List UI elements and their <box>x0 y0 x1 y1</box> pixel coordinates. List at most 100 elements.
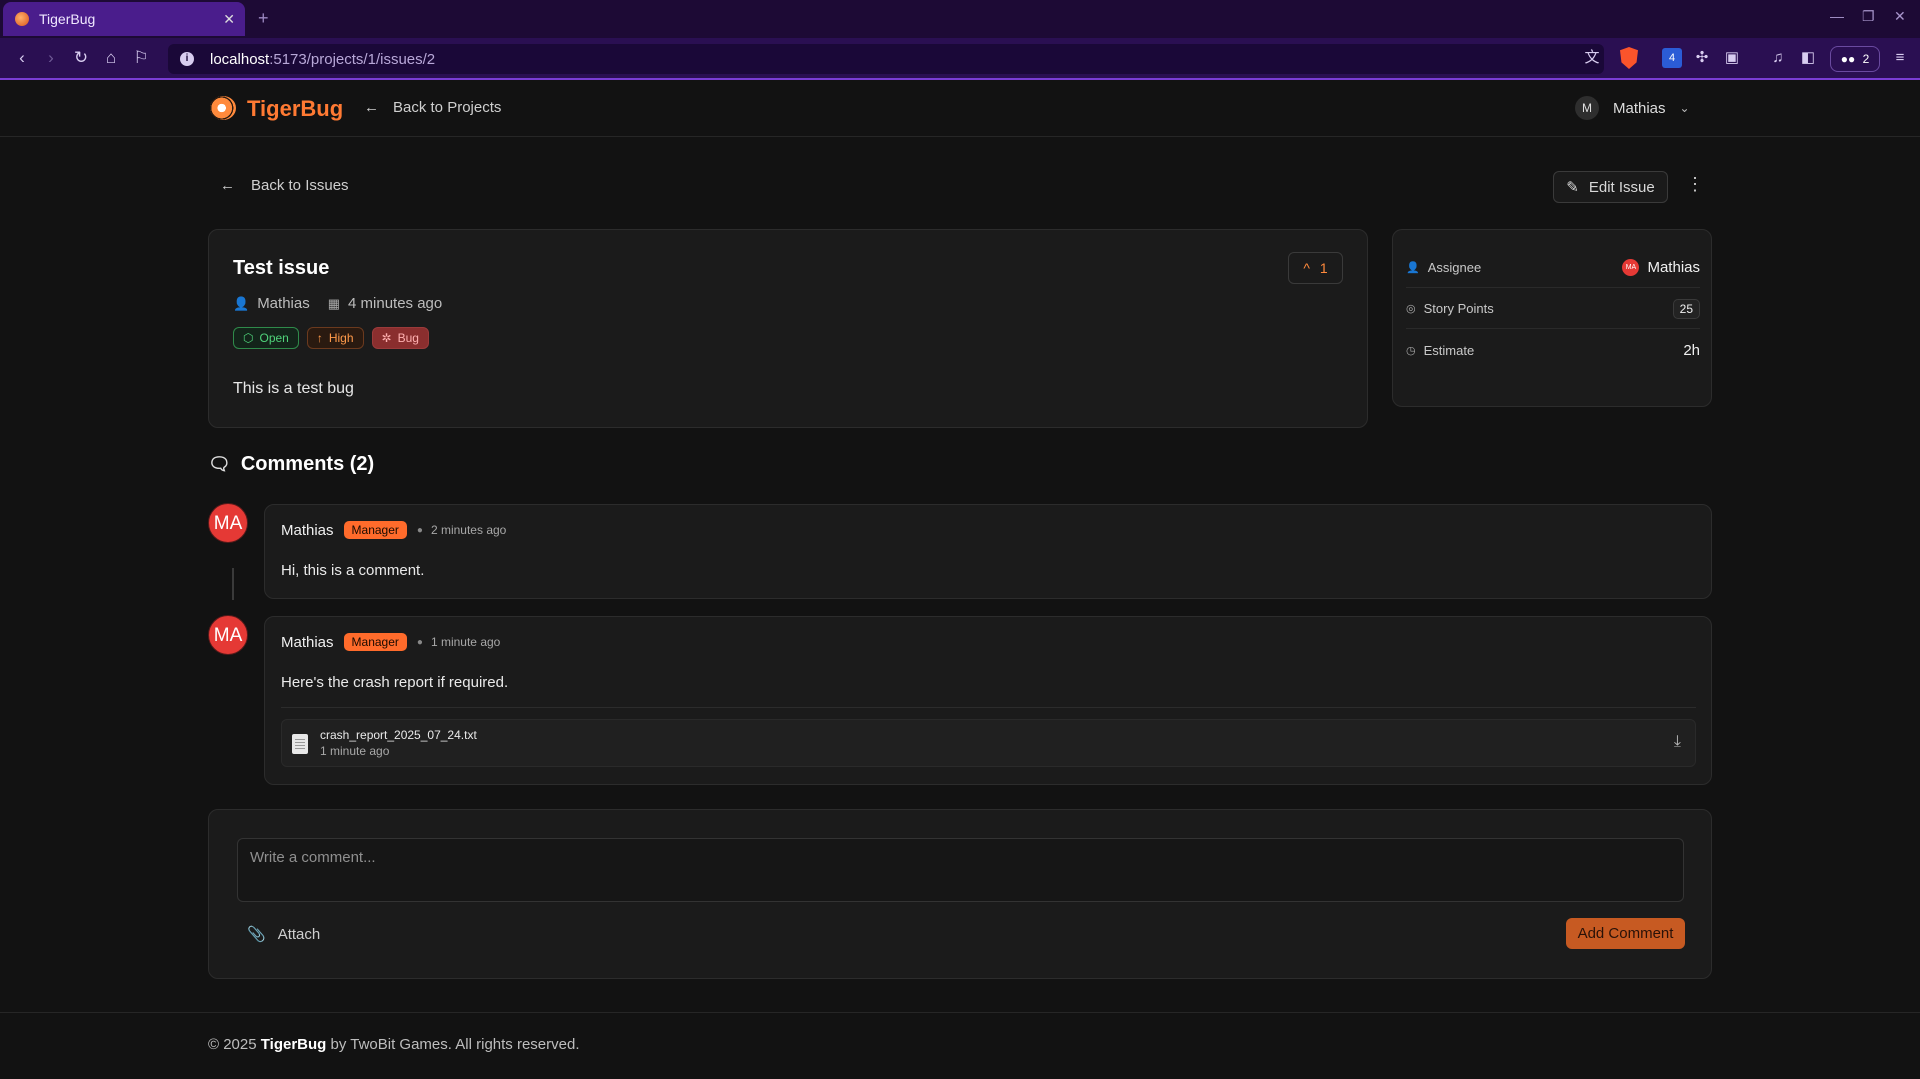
comment-time: 2 minutes ago <box>430 523 507 537</box>
bookmark-icon[interactable]: ⚐ <box>131 48 151 68</box>
back-icon[interactable]: ‹ <box>12 48 32 68</box>
separator-dot: ● <box>416 636 423 648</box>
restore-icon[interactable]: ❐ <box>1862 8 1875 25</box>
estimate-value: 2h <box>1683 341 1700 359</box>
address-bar[interactable]: i localhost :5173/projects/1/issues/2 <box>168 44 1604 74</box>
minimize-icon[interactable]: — <box>1830 8 1844 24</box>
favicon-icon <box>15 12 29 26</box>
wallet-button[interactable]: ●● 2 <box>1830 46 1880 72</box>
tab-title: TigerBug <box>39 11 96 27</box>
assignee-avatar: MA <box>1622 259 1640 276</box>
priority-badge: ↑ High <box>306 327 364 349</box>
footer-brand: TigerBug <box>260 1036 327 1053</box>
wallet-count: 2 <box>1862 52 1870 66</box>
edit-issue-button[interactable]: ✎ Edit Issue <box>1553 171 1668 203</box>
story-points-label: Story Points <box>1423 301 1494 316</box>
back-to-issues-label: Back to Issues <box>251 177 349 194</box>
role-badge: Manager <box>343 633 407 651</box>
comment-author: Mathias <box>281 521 334 539</box>
comment-item: Mathias Manager ● 1 minute ago Here's th… <box>264 616 1712 785</box>
user-icon: 👤 <box>233 295 250 311</box>
user-menu[interactable]: M Mathias ⌄ <box>1575 96 1690 120</box>
attachment-name[interactable]: crash_report_2025_07_24.txt <box>320 728 477 742</box>
new-tab-icon[interactable]: + <box>258 8 269 29</box>
status-label: Open <box>259 331 289 345</box>
attachment-item[interactable]: crash_report_2025_07_24.txt 1 minute ago… <box>281 719 1696 767</box>
extensions-icon[interactable]: ✣ <box>1692 48 1712 68</box>
extension-badge-icon[interactable]: 4 <box>1662 48 1682 68</box>
media-icon[interactable]: ♫ <box>1768 48 1788 68</box>
assignee-name: Mathias <box>1647 259 1700 276</box>
footer-suffix: by TwoBit Games. All rights reserved. <box>330 1036 580 1053</box>
menu-icon[interactable]: ≡ <box>1890 48 1910 68</box>
back-to-projects-label: Back to Projects <box>393 99 502 116</box>
clock-icon: ◷ <box>1406 344 1416 357</box>
app-header: TigerBug ← Back to Projects M Mathias ⌄ <box>0 80 1920 137</box>
type-badge: ✲ Bug <box>371 327 429 349</box>
add-comment-button[interactable]: Add Comment <box>1566 918 1685 949</box>
type-label: Bug <box>397 331 419 345</box>
estimate-label: Estimate <box>1423 342 1475 358</box>
reload-icon[interactable]: ↻ <box>71 48 91 68</box>
issue-badges: ⬡ Open ↑ High ✲ Bug <box>233 327 429 349</box>
more-options-icon[interactable]: ⋮ <box>1686 174 1704 195</box>
url-host: localhost <box>210 50 270 68</box>
tab-search-icon[interactable]: ▣ <box>1722 48 1742 68</box>
download-icon[interactable]: ⤓ <box>1674 733 1681 751</box>
wallet-icon: ●● <box>1840 52 1856 66</box>
paperclip-icon: 📎 <box>247 926 266 943</box>
close-tab-icon[interactable]: ✕ <box>223 11 235 28</box>
issue-meta: 👤 Mathias ▦ 4 minutes ago <box>233 295 442 312</box>
comment-time: 1 minute ago <box>430 635 501 649</box>
close-window-icon[interactable]: ✕ <box>1894 8 1906 25</box>
pencil-icon: ✎ <box>1566 179 1579 196</box>
comments-heading: 🗨 Comments (2) <box>208 453 374 476</box>
comment-input[interactable] <box>237 838 1684 902</box>
role-badge: Manager <box>343 521 407 539</box>
tiger-logo-icon[interactable] <box>210 96 236 120</box>
calendar-icon: ▦ <box>327 295 341 311</box>
sidebar-icon[interactable]: ◧ <box>1798 48 1818 68</box>
issue-title: Test issue <box>233 257 330 279</box>
user-name: Mathias <box>1613 99 1666 117</box>
footer: © 2025 TigerBug by TwoBit Games. All rig… <box>0 1012 1920 1079</box>
attach-button[interactable]: 📎 Attach <box>247 925 321 944</box>
brave-shields-icon[interactable] <box>1620 47 1638 69</box>
comment-body: Here's the crash report if required. <box>281 674 509 691</box>
bug-icon: ✲ <box>381 331 392 345</box>
comments-heading-label: Comments (2) <box>240 453 375 475</box>
footer-prefix: © 2025 <box>208 1036 257 1053</box>
back-to-issues-link[interactable]: ← Back to Issues <box>220 177 349 194</box>
arrow-up-icon: ↑ <box>316 331 323 345</box>
issue-created: 4 minutes ago <box>348 295 443 312</box>
user-avatar: M <box>1575 96 1599 120</box>
site-info-icon[interactable]: i <box>180 52 194 66</box>
back-to-projects-link[interactable]: ← Back to Projects <box>364 99 501 116</box>
status-badge: ⬡ Open <box>233 327 299 349</box>
footer-text: © 2025 TigerBug by TwoBit Games. All rig… <box>208 1036 580 1053</box>
home-icon[interactable]: ⌂ <box>101 48 121 68</box>
upvote-count: 1 <box>1319 260 1328 276</box>
story-points-value: 25 <box>1672 298 1700 319</box>
translate-icon[interactable]: 文 <box>1582 48 1602 68</box>
comment-avatar: MA <box>208 503 248 543</box>
assignee-row: 👤 Assignee MA Mathias <box>1406 248 1700 288</box>
assignee-label: Assignee <box>1427 260 1482 275</box>
chevron-down-icon: ⌄ <box>1679 101 1690 115</box>
divider <box>281 707 1696 708</box>
chevron-up-icon: ^ <box>1303 260 1310 276</box>
estimate-row: ◷ Estimate 2h <box>1406 330 1700 370</box>
comment-item: Mathias Manager ● 2 minutes ago Hi, this… <box>264 504 1712 599</box>
url-path: :5173/projects/1/issues/2 <box>269 50 436 68</box>
brand-name[interactable]: TigerBug <box>247 96 343 122</box>
attachment-time: 1 minute ago <box>320 744 390 758</box>
attach-label: Attach <box>277 925 321 943</box>
target-icon: ◎ <box>1406 303 1416 315</box>
browser-tab[interactable]: TigerBug ✕ <box>3 2 245 36</box>
separator-dot: ● <box>416 524 423 536</box>
upvote-button[interactable]: ^ 1 <box>1288 252 1343 284</box>
issue-details-card: 👤 Assignee MA Mathias ◎ Story Points 25 ◷ E… <box>1392 229 1712 407</box>
comment-avatar: MA <box>208 615 248 655</box>
forward-icon[interactable]: › <box>41 48 61 68</box>
issue-card: Test issue ^ 1 👤 Mathias ▦ 4 minutes ago… <box>208 229 1368 428</box>
